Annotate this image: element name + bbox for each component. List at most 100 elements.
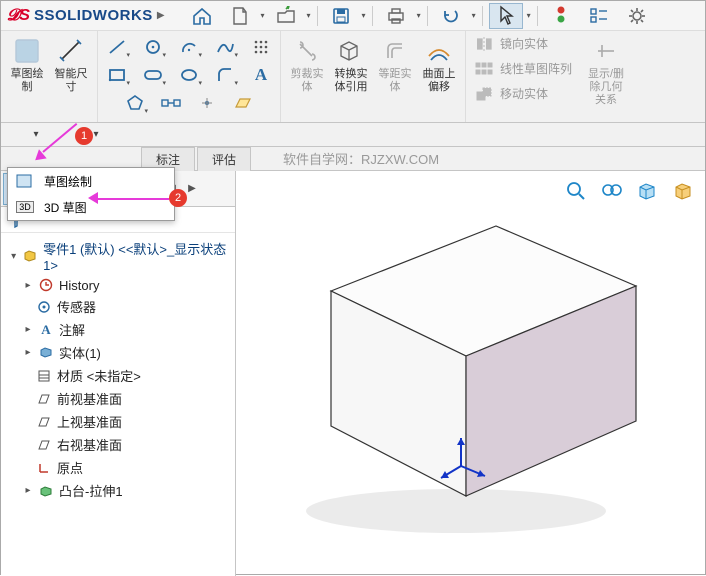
history-icon [37, 277, 55, 293]
plane-tool[interactable] [228, 91, 258, 115]
tree-solid-bodies-label: 实体(1) [59, 343, 101, 362]
brand-ds-icon: 𝓓S [7, 7, 30, 25]
fillet-tool[interactable]: ▾ [210, 63, 240, 87]
tree-solid-bodies[interactable]: ▸ 实体(1) [9, 341, 231, 364]
offset-surface-label: 曲面上 偏移 [423, 68, 456, 94]
mirror-entities-button[interactable]: 镜向实体 [474, 35, 572, 52]
rectangle-tool[interactable]: ▾ [102, 63, 132, 87]
graphics-area[interactable] [236, 171, 705, 574]
tree-origin[interactable]: 原点 [9, 456, 231, 479]
ribbon-dropdown-row: ▾ ▾ [1, 123, 705, 147]
annotation-badge-1: 1 [75, 127, 93, 145]
tree-right-plane-label: 右视基准面 [57, 435, 122, 454]
tree-material-label: 材质 <未指定> [57, 366, 141, 385]
transform-group: 镜向实体 线性草图阵列 移动实体 [466, 31, 580, 122]
origin-icon [35, 460, 53, 476]
sketch-3d-icon: 3D [14, 198, 36, 216]
annotation-arrowhead-2 [88, 192, 98, 204]
spline-tool[interactable]: ▾ [210, 35, 240, 59]
move-entities-button[interactable]: 移动实体 [474, 85, 572, 102]
settings-gear-button[interactable] [620, 3, 654, 29]
popup-item-2d-sketch[interactable]: 草图绘制 [8, 168, 174, 194]
sketch-primitives-group: ▾ ▾ ▾ ▾ ▾ ▾ ▾ ▾ A ▾ [98, 31, 281, 122]
brand-expand[interactable]: ▶ [157, 10, 165, 21]
display-relations-label: 显示/删 除几何 关系 [588, 68, 624, 107]
tree-sensors[interactable]: 传感器 [9, 295, 231, 318]
tree-material[interactable]: 材质 <未指定> [9, 364, 231, 387]
line-tool[interactable]: ▾ [102, 35, 132, 59]
plane-icon [35, 437, 53, 453]
material-icon [35, 368, 53, 384]
tree-origin-label: 原点 [57, 458, 83, 477]
title-bar: 𝓓S SSOLIDWORKS ▶ ▾ ▾ ▾ ▾ ▾ ▾ [1, 1, 705, 31]
smart-dimension-button[interactable]: 智能尺 寸 [49, 34, 93, 96]
offset-on-surface-button[interactable]: 曲面上 偏移 [417, 34, 461, 96]
select-tool-button[interactable] [489, 3, 523, 29]
arc-tool[interactable]: ▾ [174, 35, 204, 59]
plane-icon [35, 414, 53, 430]
tree-sensors-label: 传感器 [57, 297, 96, 316]
linear-pattern-button[interactable]: 线性草图阵列 [474, 60, 572, 77]
point-grid-tool[interactable] [246, 35, 276, 59]
linear-pattern-label: 线性草图阵列 [500, 60, 572, 77]
new-doc-button[interactable] [223, 3, 257, 29]
feature-manager-panel: ◀ ▶ ▾ 零件1 (默认) <<默认>_显示状态 1> ▸ History 传… [1, 171, 236, 576]
sensors-icon [35, 299, 53, 315]
popup-item-2d-label: 草图绘制 [44, 173, 92, 190]
annotations-icon: A [37, 322, 55, 338]
tree-history[interactable]: ▸ History [9, 275, 231, 295]
tab-evaluate[interactable]: 评估 [197, 147, 251, 171]
point-tool[interactable] [192, 91, 222, 115]
watermark-text: 软件自学网：RJZXW.COM [283, 149, 439, 168]
tree-annotations[interactable]: ▸ A 注解 [9, 318, 231, 341]
tree-front-plane[interactable]: 前视基准面 [9, 387, 231, 410]
rebuild-button[interactable] [544, 3, 578, 29]
tree-boss-extrude[interactable]: ▸ 凸台-拉伸1 [9, 479, 231, 502]
save-button[interactable] [324, 3, 358, 29]
tree-right-plane[interactable]: 右视基准面 [9, 433, 231, 456]
undo-button[interactable] [434, 3, 468, 29]
model-block-svg [236, 171, 706, 571]
options-list-button[interactable] [582, 3, 616, 29]
open-button[interactable] [269, 3, 303, 29]
offset-entities-button[interactable]: 等距实 体 [373, 34, 417, 96]
convert-label: 转换实 体引用 [335, 68, 368, 94]
ellipse-tool[interactable]: ▾ [174, 63, 204, 87]
annotation-badge-2: 2 [169, 189, 187, 207]
tree-top-plane[interactable]: 上视基准面 [9, 410, 231, 433]
centerline-tool[interactable] [156, 91, 186, 115]
offset-label: 等距实 体 [379, 68, 412, 94]
print-button[interactable] [379, 3, 413, 29]
trim-label: 剪裁实 体 [291, 68, 324, 94]
mirror-label: 镜向实体 [500, 35, 548, 52]
circle-tool[interactable]: ▾ [138, 35, 168, 59]
home-button[interactable] [185, 3, 219, 29]
sketch-label: 草图绘 制 [11, 68, 44, 94]
part-icon [22, 248, 39, 264]
plane-icon [35, 391, 53, 407]
annotation-arrow-2 [97, 198, 169, 200]
text-tool[interactable]: A [246, 63, 276, 87]
tree-root[interactable]: ▾ 零件1 (默认) <<默认>_显示状态 1> [9, 237, 231, 275]
extrude-icon [37, 483, 55, 499]
slot-tool[interactable]: ▾ [138, 63, 168, 87]
move-label: 移动实体 [500, 85, 548, 102]
trim-entities-button[interactable]: 剪裁实 体 [285, 34, 329, 96]
sketch-button[interactable]: 草图绘 制 [5, 34, 49, 96]
popup-item-3d-label: 3D 草图 [44, 199, 87, 216]
smart-dimension-label: 智能尺 寸 [55, 68, 88, 94]
tree-boss-extrude-label: 凸台-拉伸1 [59, 481, 123, 500]
tree-front-plane-label: 前视基准面 [57, 389, 122, 408]
brand-name: SSOLIDWORKS [34, 7, 153, 24]
tree-history-label: History [59, 278, 99, 293]
tree-annotations-label: 注解 [59, 320, 85, 339]
polygon-tool[interactable]: ▾ [120, 91, 150, 115]
sketch-2d-icon [14, 172, 36, 190]
tree-top-plane-label: 上视基准面 [57, 412, 122, 431]
feature-tree: ▾ 零件1 (默认) <<默认>_显示状态 1> ▸ History 传感器 ▸… [1, 233, 235, 506]
command-manager-ribbon: 草图绘 制 智能尺 寸 ▾ ▾ ▾ ▾ ▾ ▾ ▾ ▾ A ▾ [1, 31, 705, 123]
display-relations-button[interactable]: 显示/删 除几何 关系 [584, 34, 628, 109]
solid-bodies-icon [37, 345, 55, 361]
convert-entities-button[interactable]: 转换实 体引用 [329, 34, 373, 96]
quick-access-toolbar: ▾ ▾ ▾ ▾ ▾ ▾ [185, 3, 654, 29]
